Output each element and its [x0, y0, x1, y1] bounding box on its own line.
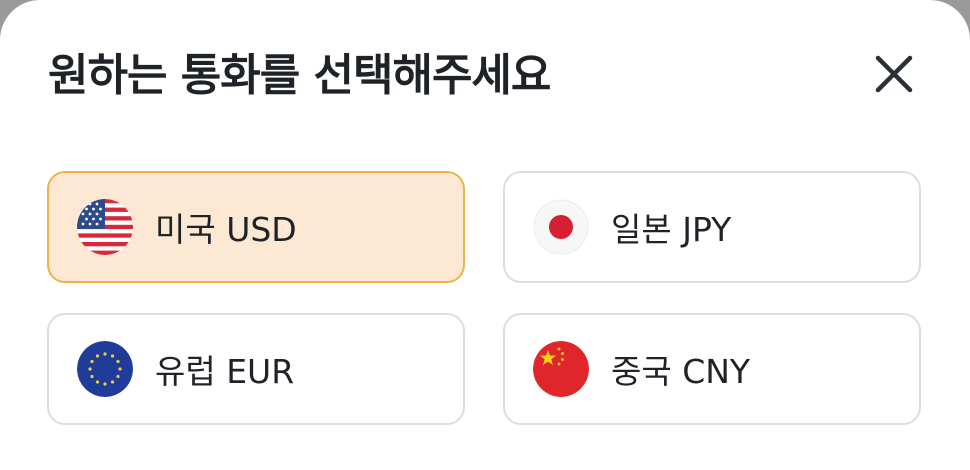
currency-options: 미국 USD 일본 JPY 유럽 EUR 중국 CNY [47, 171, 921, 425]
currency-label: 유럽 EUR [155, 352, 295, 391]
currency-option-usd[interactable]: 미국 USD [47, 171, 465, 283]
close-icon [875, 55, 913, 93]
currency-option-jpy[interactable]: 일본 JPY [503, 171, 921, 283]
sheet-title: 원하는 통화를 선택해주세요 [48, 50, 551, 101]
currency-select-sheet: 원하는 통화를 선택해주세요 미국 USD 일본 JPY 유럽 EUR 중국 C… [0, 0, 970, 470]
currency-option-cny[interactable]: 중국 CNY [503, 313, 921, 425]
currency-option-eur[interactable]: 유럽 EUR [47, 313, 465, 425]
eu-flag-icon [77, 341, 133, 397]
currency-label: 일본 JPY [611, 210, 732, 249]
china-flag-icon [533, 341, 589, 397]
currency-label: 미국 USD [155, 210, 297, 249]
us-flag-icon [77, 199, 133, 255]
japan-flag-icon [533, 199, 589, 255]
close-button[interactable] [866, 46, 922, 102]
currency-label: 중국 CNY [611, 352, 751, 391]
